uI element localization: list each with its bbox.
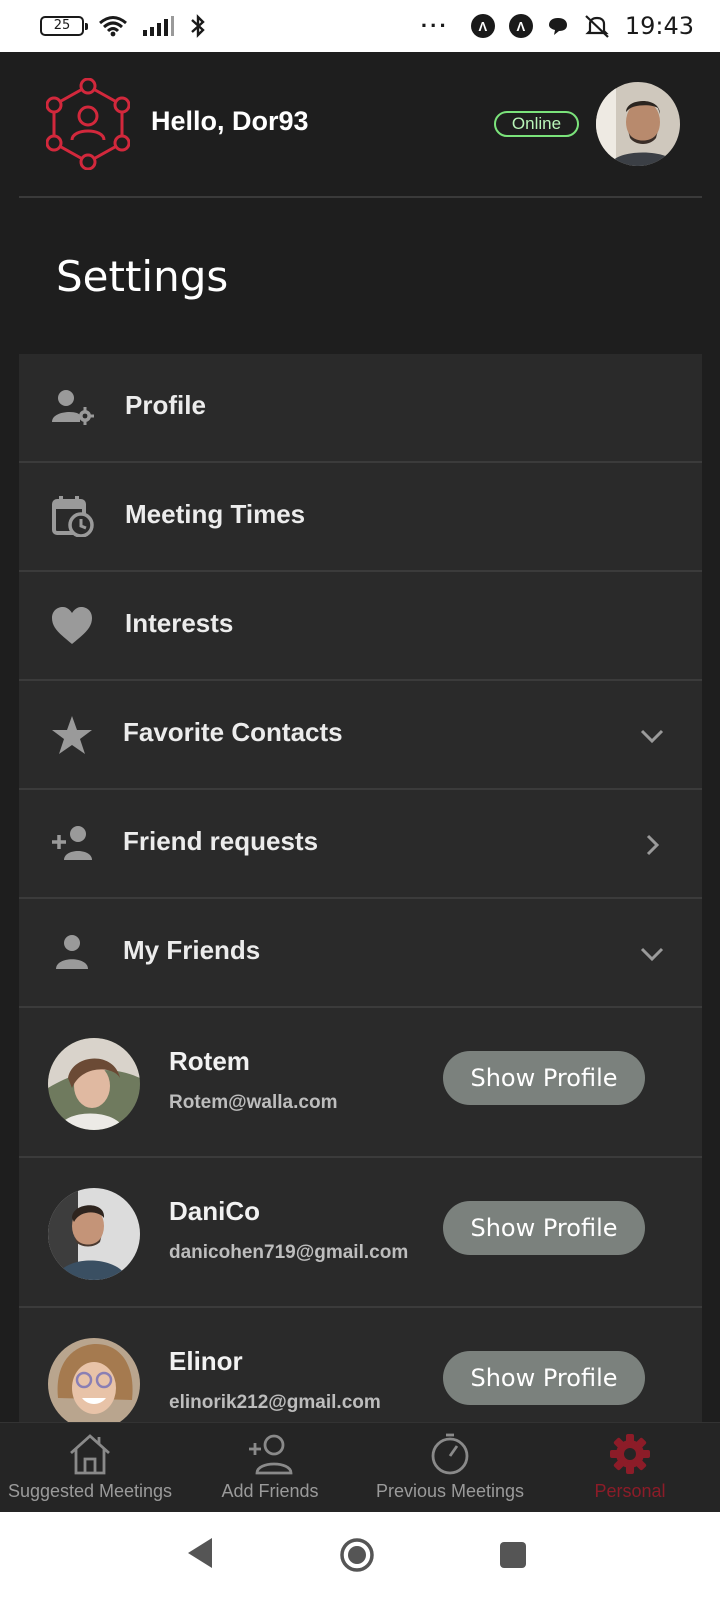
clock: 19:43 [624,12,694,40]
nav-add-friends[interactable]: Add Friends [180,1423,360,1512]
nav-label: Add Friends [221,1481,319,1501]
wifi-icon [99,16,127,37]
settings-item-meeting-times[interactable]: Meeting Times [19,463,702,572]
settings-item-label: Friend requests [123,826,319,856]
signal-icon [143,16,174,36]
gear-icon [610,1434,650,1474]
chevron-right-icon[interactable] [639,834,665,856]
status-right: ··· Λ Λ 19:43 [421,12,694,40]
app-header: Hello, Dor93 Online [0,52,720,198]
mute-alarm-icon [585,15,609,38]
avatar[interactable] [596,82,680,166]
settings-item-label: Meeting Times [125,499,306,529]
user-avatar-image [596,82,680,166]
settings-item-profile[interactable]: Profile [19,354,702,463]
show-profile-button[interactable]: Show Profile [443,1051,645,1105]
status-bar: 25 ··· Λ Λ 19:43 [0,0,720,52]
friend-email: elinorik212@gmail.com [169,1392,381,1413]
settings-item-interests[interactable]: Interests [19,572,702,681]
add-person-outline-icon [249,1434,293,1475]
app-a-icon: Λ [470,14,495,38]
network-person-logo [46,78,130,170]
nav-previous-meetings[interactable]: Previous Meetings [360,1423,540,1512]
settings-item-friend-requests[interactable]: Friend requests [19,790,702,899]
friend-avatar-image [48,1188,140,1280]
chevron-down-icon[interactable] [639,725,665,747]
battery-icon: 25 [40,16,88,36]
settings-item-label: Interests [125,608,234,638]
user-gear-icon [52,390,94,425]
avatar[interactable] [48,1338,140,1430]
chat-icon [548,18,567,35]
add-person-icon [52,826,92,860]
app-screen: Hello, Dor93 Online Settings Profile Mee… [0,52,720,1512]
friend-list-item: Rotem Rotem@walla.com Show Profile [19,1008,702,1158]
friend-name: DaniCo [169,1196,260,1226]
back-icon[interactable] [186,1536,216,1570]
friend-name: Rotem [169,1046,250,1076]
nav-suggested-meetings[interactable]: Suggested Meetings [0,1423,180,1512]
home-icon [70,1434,110,1475]
nav-personal[interactable]: Personal [540,1423,720,1512]
greeting-text: Hello, Dor93 [151,106,309,136]
heart-icon [52,607,92,644]
nav-label: Suggested Meetings [7,1481,173,1501]
nav-label: Previous Meetings [375,1481,525,1501]
settings-list: Profile Meeting Times Interests Favorite… [19,354,702,1474]
status-left: 25 [40,14,208,38]
nav-label: Personal [594,1481,666,1501]
avatar[interactable] [48,1038,140,1130]
settings-item-label: My Friends [123,935,261,965]
home-button-icon[interactable] [338,1536,376,1574]
timer-icon [431,1433,469,1475]
friend-list-item: DaniCo danicohen719@gmail.com Show Profi… [19,1158,702,1308]
settings-item-favorite-contacts[interactable]: Favorite Contacts [19,681,702,790]
settings-item-label: Favorite Contacts [123,717,343,747]
friend-name: Elinor [169,1346,243,1376]
calendar-clock-icon [52,496,94,537]
friend-avatar-image [48,1038,140,1130]
friend-avatar-image [48,1338,140,1430]
status-badge: Online [494,111,579,137]
page-title: Settings [56,252,229,301]
recent-apps-icon[interactable] [500,1542,526,1568]
avatar[interactable] [48,1188,140,1280]
settings-item-my-friends[interactable]: My Friends [19,899,702,1008]
bottom-navigation: Suggested Meetings Add Friends Previous … [0,1422,720,1512]
show-profile-button[interactable]: Show Profile [443,1201,645,1255]
friend-email: danicohen719@gmail.com [169,1242,409,1263]
settings-item-label: Profile [125,390,206,420]
app-a-icon: Λ [508,14,533,38]
system-navigation-bar [0,1512,720,1600]
show-profile-button[interactable]: Show Profile [443,1351,645,1405]
person-icon [56,935,88,969]
bluetooth-icon [191,14,205,38]
chevron-down-icon[interactable] [639,943,665,965]
more-dots-icon: ··· [420,13,449,38]
header-divider [19,196,702,198]
star-icon [52,716,92,754]
friend-email: Rotem@walla.com [169,1092,338,1113]
